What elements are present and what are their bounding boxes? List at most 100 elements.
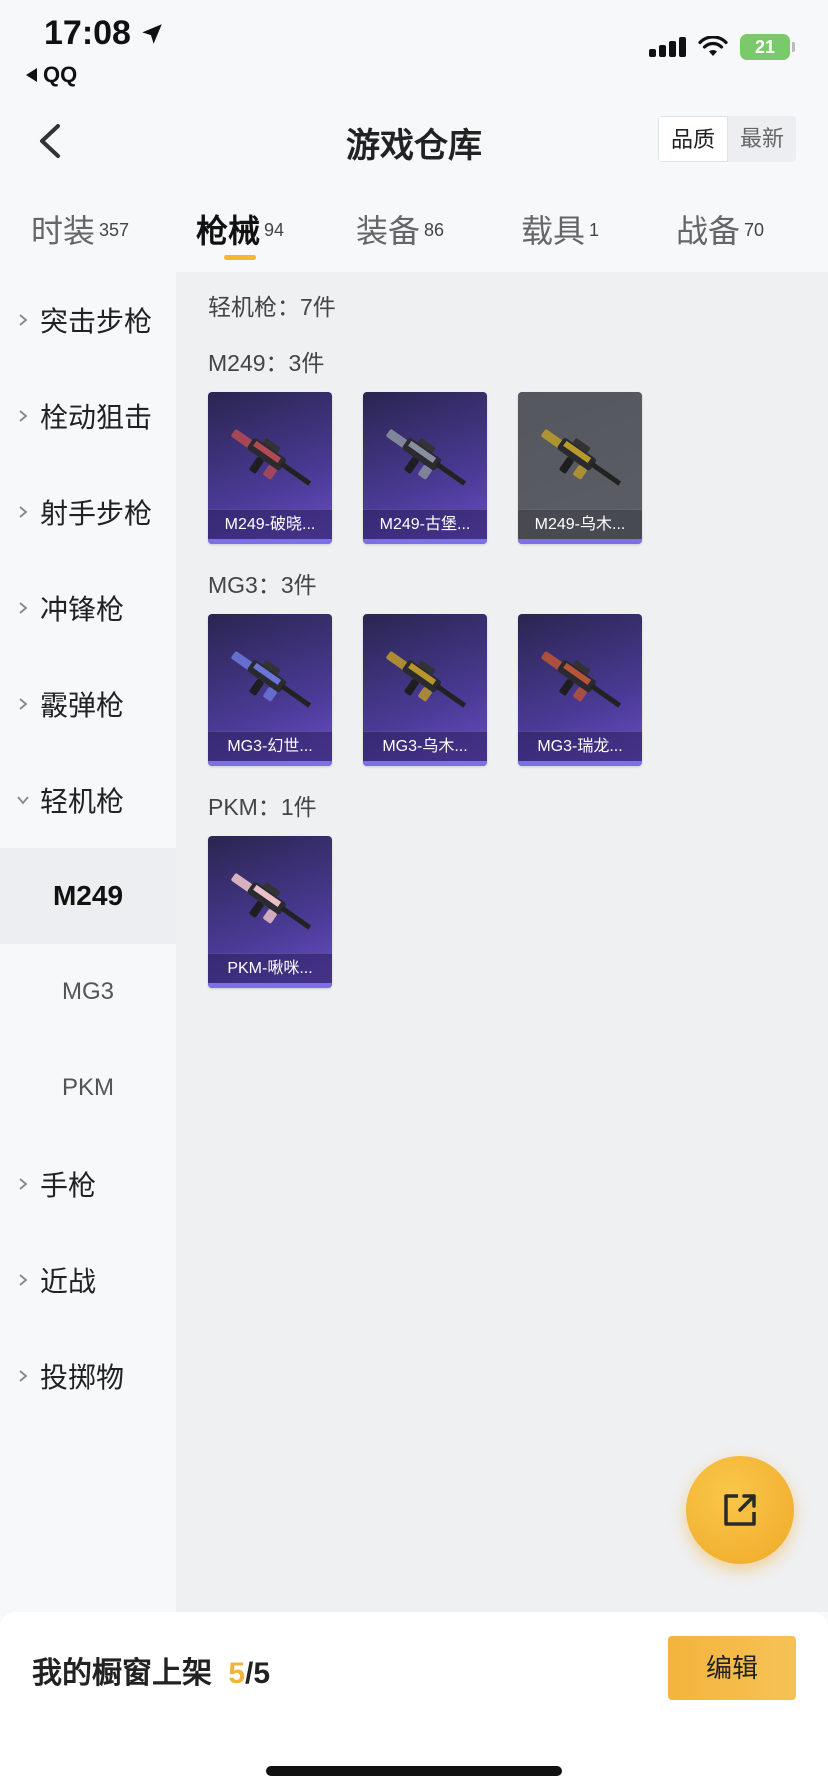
wifi-icon — [698, 36, 728, 56]
item-row: PKM-啾咪... — [208, 836, 828, 988]
weapon-name: MG3-乌木... — [363, 731, 487, 761]
weapon-card[interactable]: MG3-幻世... — [208, 614, 332, 766]
share-button[interactable] — [686, 1456, 794, 1564]
share-external-icon — [724, 1494, 756, 1526]
weapon-name: M249-古堡... — [363, 509, 487, 539]
tab-4[interactable]: 战备 70 — [640, 196, 800, 272]
sidebar-item-label: 霰弹枪 — [40, 690, 125, 721]
sidebar-item-label: 投掷物 — [40, 1362, 125, 1393]
status-bar: 17:08 QQ 21 — [0, 0, 828, 96]
weapon-name: MG3-幻世... — [208, 731, 332, 761]
sidebar-item-label: 手枪 — [40, 1170, 97, 1201]
chevron-right-icon — [19, 1370, 28, 1382]
weapon-card[interactable]: MG3-乌木... — [363, 614, 487, 766]
sidebar-item[interactable]: 手枪 — [0, 1136, 176, 1232]
weapon-icon — [386, 651, 467, 708]
cellular-signal-icon — [649, 37, 686, 57]
group-title: PKM：1件 — [208, 794, 317, 820]
showcase-bar: 我的橱窗上架 5/5 编辑 — [0, 1612, 828, 1792]
sidebar-item[interactable]: 轻机枪 — [0, 752, 176, 848]
item-grid-panel: 轻机枪：7件 M249：3件 M249-破晓... M249-古堡... M24… — [176, 272, 828, 1612]
sidebar-item[interactable]: 射手步枪 — [0, 464, 176, 560]
tab-count: 94 — [263, 219, 285, 240]
weapon-card[interactable]: M249-破晓... — [208, 392, 332, 544]
category-tabs: 时装 357 枪械 94 装备 86 载具 1 战备 70 — [0, 196, 828, 272]
tab-count: 86 — [423, 219, 445, 240]
weapon-name: M249-破晓... — [208, 509, 332, 539]
sidebar-item[interactable]: 冲锋枪 — [0, 560, 176, 656]
weapon-name: MG3-瑞龙... — [518, 731, 642, 761]
sidebar: 突击步枪栓动狙击射手步枪冲锋枪霰弹枪轻机枪 M249 MG3 PKM 手枪近战投掷物 — [0, 272, 176, 1612]
sidebar-item-label: 射手步枪 — [40, 498, 153, 529]
sort-option-quality[interactable]: 品质 — [657, 116, 728, 162]
sidebar-item[interactable]: 突击步枪 — [0, 272, 176, 368]
tab-0[interactable]: 时装 357 — [0, 196, 160, 272]
tab-count: 70 — [743, 219, 765, 240]
weapon-icon — [231, 873, 312, 930]
sidebar-item[interactable]: 霰弹枪 — [0, 656, 176, 752]
tab-label: 载具 — [520, 213, 585, 249]
sidebar-item[interactable]: 栓动狙击 — [0, 368, 176, 464]
sort-toggle: 品质 最新 — [657, 116, 796, 162]
sidebar-item-label: 近战 — [40, 1266, 97, 1297]
weapon-name: M249-乌木... — [518, 509, 642, 539]
sidebar-item-label: 突击步枪 — [40, 306, 153, 337]
status-indicators: 21 — [649, 34, 795, 60]
sidebar-subitem[interactable]: MG3 — [0, 944, 176, 1040]
category-count-title: 轻机枪：7件 — [208, 294, 336, 320]
weapon-card[interactable]: M249-乌木... — [518, 392, 642, 544]
back-app-label: QQ — [43, 62, 78, 87]
sidebar-item-label: 栓动狙击 — [40, 402, 153, 433]
tab-1[interactable]: 枪械 94 — [160, 196, 320, 272]
chevron-right-icon — [19, 314, 28, 326]
weapon-card[interactable]: PKM-啾咪... — [208, 836, 332, 988]
weapon-icon — [231, 429, 312, 486]
chevron-right-icon — [19, 1178, 28, 1190]
tab-label: 装备 — [355, 213, 420, 249]
tab-count: 1 — [589, 219, 600, 240]
chevron-right-icon — [19, 506, 28, 518]
tab-3[interactable]: 载具 1 — [480, 196, 640, 272]
weapon-icon — [541, 429, 622, 486]
home-indicator — [266, 1766, 562, 1776]
sidebar-subitem[interactable]: PKM — [0, 1040, 176, 1136]
sidebar-item-label: 轻机枪 — [40, 786, 125, 817]
group-title: M249：3件 — [208, 350, 325, 376]
tab-label: 战备 — [675, 213, 740, 249]
back-triangle-icon — [26, 68, 37, 82]
edit-button[interactable]: 编辑 — [668, 1636, 796, 1700]
chevron-right-icon — [19, 698, 28, 710]
weapon-icon — [541, 651, 622, 708]
group-title: MG3：3件 — [208, 572, 317, 598]
weapon-icon — [386, 429, 467, 486]
showcase-total: /5 — [245, 1657, 271, 1690]
showcase-label: 我的橱窗上架 — [32, 1657, 212, 1690]
tab-count: 357 — [98, 219, 130, 240]
showcase-status: 我的橱窗上架 5/5 — [32, 1648, 270, 1692]
weapon-card[interactable]: M249-古堡... — [363, 392, 487, 544]
sidebar-item-label: 冲锋枪 — [40, 594, 125, 625]
location-arrow-icon — [142, 23, 162, 44]
tab-label: 时装 — [30, 213, 95, 249]
weapon-name: PKM-啾咪... — [208, 953, 332, 983]
item-row: M249-破晓... M249-古堡... M249-乌木... — [208, 392, 828, 544]
showcase-count: 5 — [228, 1657, 246, 1690]
sidebar-subitem[interactable]: M249 — [0, 848, 176, 944]
chevron-right-icon — [19, 602, 28, 614]
nav-header: 游戏仓库 品质 最新 — [0, 96, 828, 184]
battery-level: 21 — [754, 36, 776, 57]
status-time: 17:08 — [44, 14, 165, 53]
sidebar-item[interactable]: 近战 — [0, 1232, 176, 1328]
weapon-card[interactable]: MG3-瑞龙... — [518, 614, 642, 766]
clock-text: 17:08 — [44, 14, 131, 52]
chevron-right-icon — [19, 1274, 28, 1286]
sort-option-newest[interactable]: 最新 — [728, 116, 796, 162]
battery-icon: 21 — [740, 34, 795, 60]
tab-2[interactable]: 装备 86 — [320, 196, 480, 272]
item-row: MG3-幻世... MG3-乌木... MG3-瑞龙... — [208, 614, 828, 766]
back-to-app-link[interactable]: QQ — [26, 62, 77, 88]
sidebar-item[interactable]: 投掷物 — [0, 1328, 176, 1424]
tab-label: 枪械 — [195, 213, 260, 249]
weapon-icon — [231, 651, 312, 708]
chevron-down-icon — [17, 796, 29, 805]
